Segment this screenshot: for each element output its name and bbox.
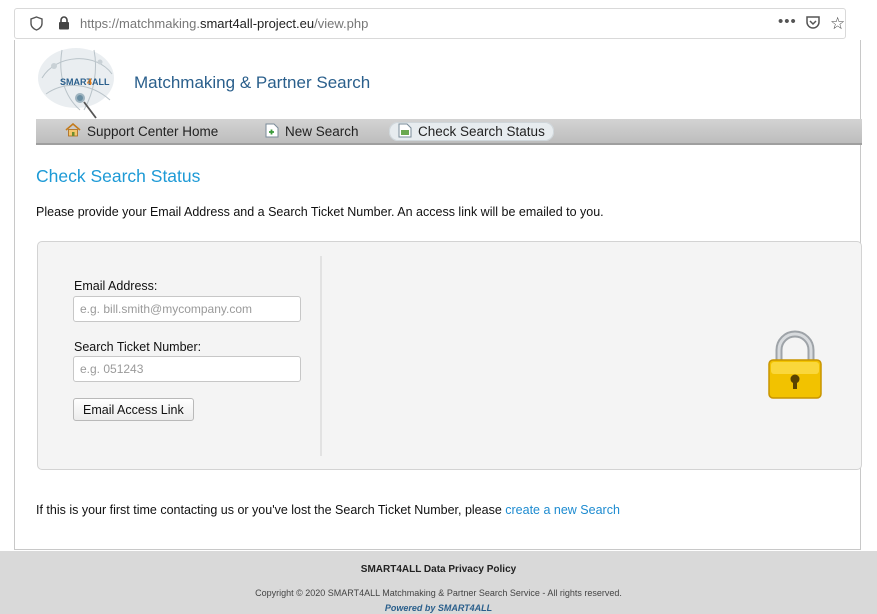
star-icon[interactable]: ☆ (830, 14, 845, 34)
smart4all-logo: SMART 4 ALL (36, 44, 128, 122)
url-text[interactable]: https://matchmaking.smart4all-project.eu… (80, 16, 368, 31)
browser-address-bar[interactable]: https://matchmaking.smart4all-project.eu… (14, 8, 846, 39)
privacy-policy-link[interactable]: SMART4ALL Data Privacy Policy (0, 564, 877, 575)
nav-label-new-search: New Search (285, 124, 359, 139)
document-status-icon (398, 123, 412, 141)
more-horizontal-icon[interactable]: ••• (778, 13, 797, 30)
nav-label-check-search-status: Check Search Status (418, 124, 545, 139)
new-document-icon (265, 123, 279, 141)
padlock-icon (763, 328, 827, 400)
shield-icon[interactable] (30, 16, 43, 36)
url-domain: smart4all-project.eu (199, 16, 315, 31)
copyright-text: Copyright © 2020 SMART4ALL Matchmaking &… (255, 588, 622, 598)
powered-by-logo: Powered by SMART4ALL (384, 603, 493, 613)
form-column: Email Address: Search Ticket Number: Ema… (38, 256, 322, 456)
first-time-note-text: If this is your first time contacting us… (36, 503, 506, 517)
email-label: Email Address: (74, 279, 158, 293)
page-footer: SMART4ALL Data Privacy Policy Copyright … (0, 551, 877, 614)
nav-label-support-center-home: Support Center Home (87, 124, 219, 139)
nav-item-new-search[interactable]: New Search (265, 122, 359, 141)
pocket-icon[interactable] (805, 15, 821, 35)
nav-item-check-search-status[interactable]: Check Search Status (389, 122, 554, 141)
page-title: Check Search Status (36, 166, 201, 186)
site-title: Matchmaking & Partner Search (134, 73, 371, 92)
svg-text:ALL: ALL (92, 77, 110, 87)
ticket-number-field[interactable] (73, 356, 301, 382)
ticket-label: Search Ticket Number: (74, 340, 202, 354)
email-field[interactable] (73, 296, 301, 322)
intro-text: Please provide your Email Address and a … (36, 205, 604, 219)
first-time-note: If this is your first time contacting us… (36, 503, 620, 517)
email-access-link-button[interactable]: Email Access Link (73, 398, 194, 421)
url-path: /view.php (314, 16, 369, 31)
check-status-panel: Email Address: Search Ticket Number: Ema… (37, 241, 862, 470)
home-icon (65, 122, 81, 140)
lock-icon[interactable] (58, 16, 70, 35)
main-nav: Support Center Home New Search Check Sea… (36, 119, 862, 145)
create-new-search-link[interactable]: create a new Search (505, 503, 620, 517)
url-prefix: https://matchmaking. (80, 16, 200, 31)
nav-item-support-center-home[interactable]: Support Center Home (65, 122, 218, 141)
